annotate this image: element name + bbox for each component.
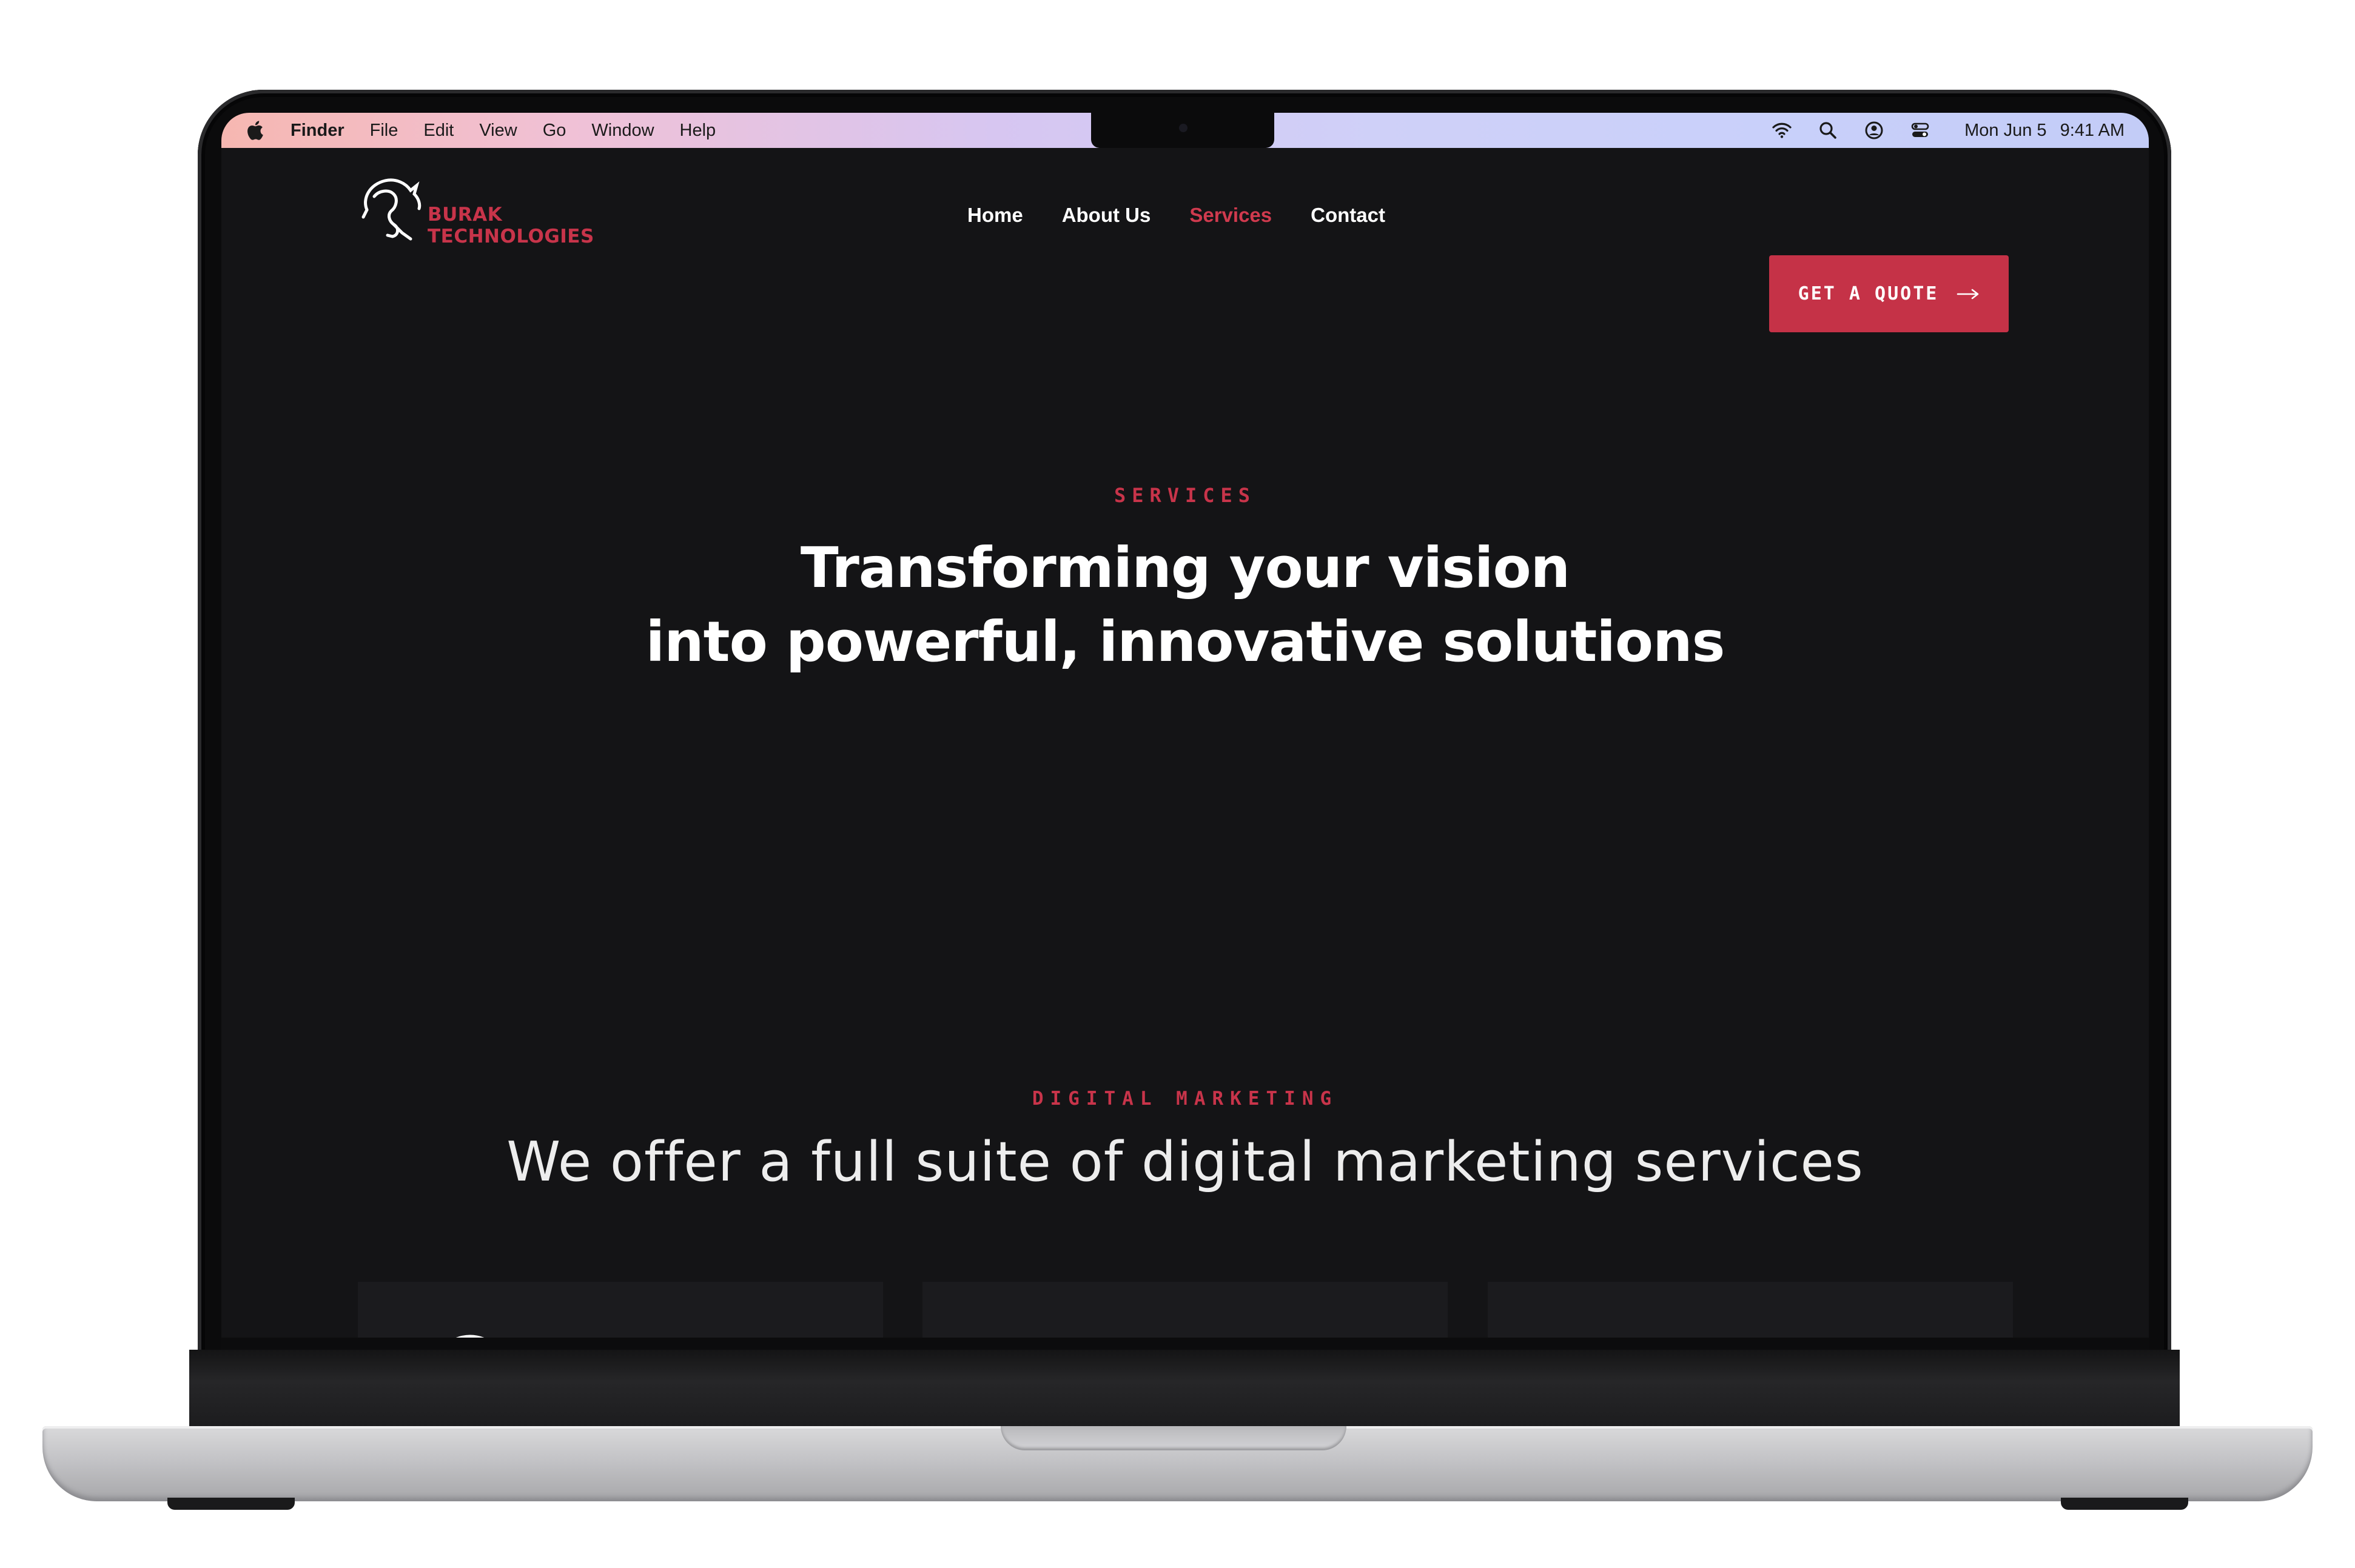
hero-title: Transforming your vision into powerful, … <box>221 531 2149 679</box>
menu-edit[interactable]: Edit <box>423 121 454 141</box>
wifi-icon[interactable] <box>1772 120 1792 141</box>
control-center-icon[interactable] <box>1910 120 1930 141</box>
menu-view[interactable]: View <box>479 121 517 141</box>
menu-go[interactable]: Go <box>543 121 566 141</box>
laptop-thumb-notch <box>1001 1426 1346 1450</box>
site-header: BURAK TECHNOLOGIES Home About Us Service… <box>221 148 2149 257</box>
menu-file[interactable]: File <box>370 121 398 141</box>
menu-help[interactable]: Help <box>680 121 716 141</box>
nav-contact[interactable]: Contact <box>1311 204 1385 227</box>
main-nav: Home About Us Services Contact <box>967 204 1424 227</box>
laptop-screen: Finder File Edit View Go Window Help Mon… <box>221 113 2149 1350</box>
clock-time: 9:41 AM <box>2060 120 2125 140</box>
nav-services[interactable]: Services <box>1189 204 1272 227</box>
site-logo[interactable]: BURAK TECHNOLOGIES <box>356 172 611 251</box>
screen-bottom-edge <box>221 1338 2149 1350</box>
user-icon[interactable] <box>1864 120 1884 141</box>
stage: Finder File Edit View Go Window Help Mon… <box>0 0 2355 1568</box>
clock-date: Mon Jun 5 <box>1964 120 2047 140</box>
hero-title-line2: into powerful, innovative solutions <box>645 609 1725 674</box>
laptop-foot-left <box>167 1498 295 1510</box>
menu-window[interactable]: Window <box>591 121 654 141</box>
section-title: We offer a full suite of digital marketi… <box>506 1130 1864 1194</box>
horse-logo-icon <box>361 178 422 241</box>
macos-menu-bar: Finder File Edit View Go Window Help Mon… <box>221 113 2149 148</box>
laptop-foot-right <box>2061 1498 2188 1510</box>
get-a-quote-button[interactable]: GET A QUOTE <box>1769 255 2009 332</box>
hero-eyebrow: SERVICES <box>1114 484 1257 507</box>
logo-line1: BURAK <box>428 204 503 226</box>
menu-clock[interactable]: Mon Jun 5 9:41 AM <box>1956 121 2125 141</box>
nav-home[interactable]: Home <box>967 204 1023 227</box>
menu-app-name[interactable]: Finder <box>291 121 344 141</box>
camera-notch <box>1091 113 1274 148</box>
camera-icon <box>1179 124 1188 132</box>
nav-about-us[interactable]: About Us <box>1062 204 1151 227</box>
logo-line2: TECHNOLOGIES <box>428 226 594 247</box>
arrow-right-icon <box>1957 289 1979 299</box>
search-icon[interactable] <box>1818 120 1838 141</box>
apple-icon[interactable] <box>246 120 264 141</box>
section-eyebrow: DIGITAL MARKETING <box>1032 1088 1339 1110</box>
hero-title-line1: Transforming your vision <box>800 535 1570 600</box>
laptop-bottom-bezel <box>189 1350 2180 1429</box>
cta-label: GET A QUOTE <box>1798 283 1939 304</box>
